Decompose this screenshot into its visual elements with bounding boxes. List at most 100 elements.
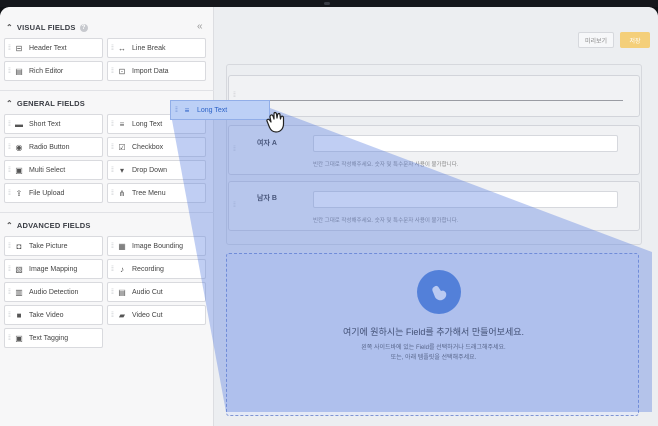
field-checkbox[interactable]: ⁞⁞ ☑ Checkbox bbox=[107, 137, 206, 157]
field-rich-editor[interactable]: ⁞⁞ ▤ Rich Editor bbox=[4, 61, 103, 81]
field-label: Header Text bbox=[29, 44, 67, 52]
drag-handle-icon[interactable]: ⁞⁞ bbox=[5, 167, 13, 174]
drag-handle-icon[interactable]: ⁞⁞ bbox=[108, 243, 116, 250]
drag-handle-icon[interactable]: ⁞⁞ bbox=[5, 45, 13, 52]
section-title: ADVANCED FIELDS bbox=[16, 221, 91, 230]
drop-zone-instruction-2: 또는, 아래 템플릿을 선택해주세요. bbox=[390, 355, 477, 361]
section-title: VISUAL FIELDS bbox=[16, 23, 76, 32]
field-sidebar: « ⌃ VISUAL FIELDS ? ⁞⁞ ⊟ Header Text ⁞⁞ … bbox=[0, 7, 214, 426]
hand-pointer-icon bbox=[432, 285, 447, 301]
question-card-b[interactable]: ⁞⁞ 남자 B 빈칸 그대로 작성해주세요. 숫자 및 특수문자 사용이 불가합… bbox=[228, 181, 640, 231]
video-camera-icon: ■ bbox=[16, 310, 22, 320]
question-hint: 빈칸 그대로 작성해주세요. 숫자 및 특수문자 사용이 불가합니다. bbox=[313, 162, 459, 168]
field-label: Recording bbox=[132, 265, 164, 273]
section-advanced-fields[interactable]: ⌃ ADVANCED FIELDS bbox=[6, 221, 91, 230]
drag-handle-icon[interactable]: ⁞⁞ bbox=[108, 312, 116, 319]
section-general-fields[interactable]: ⌃ GENERAL FIELDS bbox=[6, 99, 85, 108]
drag-handle-icon[interactable]: ⁞⁞ bbox=[108, 121, 116, 128]
short-text-icon: ▬ bbox=[15, 119, 23, 129]
line-break-icon: ↔ bbox=[118, 43, 126, 53]
drag-handle-icon[interactable]: ⁞⁞ bbox=[108, 45, 116, 52]
field-line-break[interactable]: ⁞⁞ ↔ Line Break bbox=[107, 38, 206, 58]
drag-handle-icon[interactable]: ⁞⁞ bbox=[108, 190, 116, 197]
grab-cursor-icon bbox=[266, 111, 285, 133]
form-canvas: 미리보기 저장 ⁞⁞ ⁞⁞ 여자 A 빈칸 그대로 작성해주세요. 숫자 및 특… bbox=[215, 7, 658, 426]
window-top-bar bbox=[0, 0, 658, 7]
field-header-text[interactable]: ⁞⁞ ⊟ Header Text bbox=[4, 38, 103, 58]
field-image-mapping[interactable]: ⁞⁞ ▧ Image Mapping bbox=[4, 259, 103, 279]
drag-handle-icon[interactable]: ⁞⁞ bbox=[233, 92, 236, 99]
chevron-up-icon: ⌃ bbox=[6, 99, 13, 108]
field-audio-cut[interactable]: ⁞⁞ ▤ Audio Cut bbox=[107, 282, 206, 302]
field-label: Short Text bbox=[29, 120, 61, 128]
drag-handle-icon[interactable]: ⁞⁞ bbox=[233, 202, 236, 209]
field-multi-select[interactable]: ⁞⁞ ▣ Multi Select bbox=[4, 160, 103, 180]
field-drop-zone[interactable]: 여기에 원하시는 Field를 추가해서 만들어보세요. 왼쪽 사이드바에 있는… bbox=[226, 253, 639, 416]
field-recording[interactable]: ⁞⁞ ♪ Recording bbox=[107, 259, 206, 279]
field-label: Line Break bbox=[132, 44, 166, 52]
drag-handle-icon[interactable]: ⁞⁞ bbox=[233, 146, 236, 153]
video-cut-icon: ▰ bbox=[118, 310, 126, 320]
field-label: File Upload bbox=[29, 189, 65, 197]
drag-handle-icon[interactable]: ⁞⁞ bbox=[108, 266, 116, 273]
field-label: Multi Select bbox=[29, 166, 66, 174]
drag-handle-icon[interactable]: ⁞⁞ bbox=[5, 144, 13, 151]
help-icon[interactable]: ? bbox=[79, 23, 88, 32]
drag-handle-icon[interactable]: ⁞⁞ bbox=[108, 68, 116, 75]
collapse-sidebar-icon[interactable]: « bbox=[197, 21, 203, 32]
drag-handle-icon[interactable]: ⁞⁞ bbox=[5, 289, 13, 296]
drag-handle-icon[interactable]: ⁞⁞ bbox=[5, 190, 13, 197]
camera-icon: ◘ bbox=[16, 241, 22, 251]
chevron-up-icon: ⌃ bbox=[6, 221, 13, 230]
drop-zone-title: 여기에 원하시는 Field를 추가해서 만들어보세요. bbox=[342, 327, 525, 337]
field-video-cut[interactable]: ⁞⁞ ▰ Video Cut bbox=[107, 305, 206, 325]
radio-button-icon: ◉ bbox=[15, 142, 23, 152]
drag-handle-icon[interactable]: ⁞⁞ bbox=[108, 144, 116, 151]
checkbox-icon: ☑ bbox=[118, 142, 126, 152]
answer-input[interactable] bbox=[313, 191, 618, 208]
question-label: 여자 A bbox=[257, 140, 277, 147]
field-image-bounding[interactable]: ⁞⁞ ▦ Image Bounding bbox=[107, 236, 206, 256]
drag-handle-icon[interactable]: ⁞⁞ bbox=[5, 243, 13, 250]
field-take-video[interactable]: ⁞⁞ ■ Take Video bbox=[4, 305, 103, 325]
drag-handle-icon[interactable]: ⁞⁞ bbox=[5, 335, 13, 342]
text-tagging-icon: ▣ bbox=[15, 333, 23, 343]
field-radio-button[interactable]: ⁞⁞ ◉ Radio Button bbox=[4, 137, 103, 157]
field-audio-detection[interactable]: ⁞⁞ ▥ Audio Detection bbox=[4, 282, 103, 302]
field-short-text[interactable]: ⁞⁞ ▬ Short Text bbox=[4, 114, 103, 134]
field-file-upload[interactable]: ⁞⁞ ⇪ File Upload bbox=[4, 183, 103, 203]
drag-handle-icon[interactable]: ⁞⁞ bbox=[171, 107, 181, 114]
divider bbox=[0, 90, 214, 91]
field-take-picture[interactable]: ⁞⁞ ◘ Take Picture bbox=[4, 236, 103, 256]
header-text-icon: ⊟ bbox=[15, 43, 23, 53]
save-button[interactable]: 저장 bbox=[620, 32, 650, 48]
tree-menu-icon: ⋔ bbox=[118, 188, 126, 198]
drag-handle-icon[interactable]: ⁞⁞ bbox=[5, 68, 13, 75]
drag-hand-circle bbox=[417, 270, 461, 314]
long-text-icon: ≡ bbox=[119, 119, 125, 129]
drag-handle-icon[interactable]: ⁞⁞ bbox=[5, 312, 13, 319]
drop-zone-instruction: 왼쪽 사이드바에 있는 Field를 선택하거나 드래그해주세요. bbox=[361, 345, 506, 351]
import-data-icon: ⊡ bbox=[118, 66, 126, 76]
audio-detection-icon: ▥ bbox=[15, 287, 23, 297]
field-label: Long Text bbox=[132, 120, 163, 128]
multi-select-icon: ▣ bbox=[15, 165, 23, 175]
field-text-tagging[interactable]: ⁞⁞ ▣ Text Tagging bbox=[4, 328, 103, 348]
field-label: Image Mapping bbox=[29, 265, 78, 273]
section-visual-fields[interactable]: ⌃ VISUAL FIELDS ? bbox=[6, 23, 88, 32]
field-label: Video Cut bbox=[132, 311, 163, 319]
camera-notch bbox=[324, 2, 330, 5]
answer-input[interactable] bbox=[313, 135, 618, 152]
field-import-data[interactable]: ⁞⁞ ⊡ Import Data bbox=[107, 61, 206, 81]
microphone-icon: ♪ bbox=[120, 264, 124, 274]
field-drop-down[interactable]: ⁞⁞ ▾ Drop Down bbox=[107, 160, 206, 180]
drag-handle-icon[interactable]: ⁞⁞ bbox=[108, 167, 116, 174]
field-label: Audio Detection bbox=[29, 288, 79, 296]
field-label: Take Picture bbox=[29, 242, 68, 250]
drag-handle-icon[interactable]: ⁞⁞ bbox=[108, 289, 116, 296]
drag-handle-icon[interactable]: ⁞⁞ bbox=[5, 121, 13, 128]
field-tree-menu[interactable]: ⁞⁞ ⋔ Tree Menu bbox=[107, 183, 206, 203]
preview-button[interactable]: 미리보기 bbox=[578, 32, 614, 48]
dragging-field-ghost[interactable]: ⁞⁞ ≡ Long Text bbox=[170, 100, 270, 120]
drag-handle-icon[interactable]: ⁞⁞ bbox=[5, 266, 13, 273]
